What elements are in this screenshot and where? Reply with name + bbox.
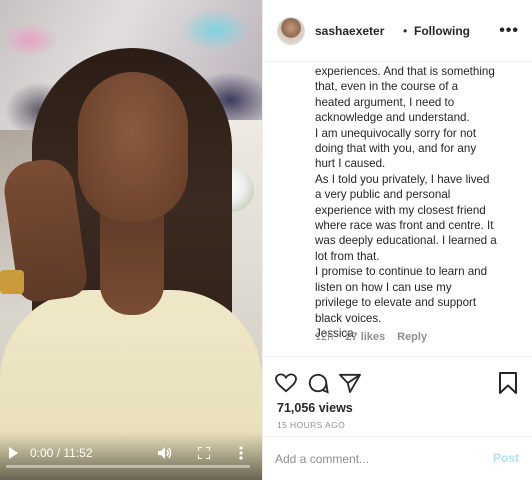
view-count[interactable]: 71,056 views xyxy=(277,401,353,415)
post-actions: 71,056 views 15 HOURS AGO xyxy=(263,356,532,436)
comment-line: acknowledge and understand. xyxy=(315,111,470,125)
comment-line: listen on how I can use my xyxy=(315,280,452,294)
comment-line: doing that with you, and for any xyxy=(315,142,477,156)
bookmark-icon[interactable] xyxy=(495,370,521,396)
comment-line: hurt I caused. xyxy=(315,157,386,171)
time-separator: / xyxy=(56,446,61,460)
volume-icon[interactable] xyxy=(156,444,174,462)
comment-icon[interactable] xyxy=(305,370,331,396)
separator-dot: • xyxy=(403,24,408,38)
comment-line: that, even in the course of a xyxy=(315,80,459,94)
video-player[interactable]: 0:00 / 11:52 xyxy=(0,0,262,480)
following-button[interactable]: Following xyxy=(414,24,470,38)
comment-line: experiences. And that is something xyxy=(315,65,495,78)
video-controls: 0:00 / 11:52 xyxy=(0,432,262,480)
post-panel: sashaexeter • Following ••• experiences.… xyxy=(262,0,532,480)
comment-line: was deeply educational. I learned a xyxy=(315,234,497,248)
comment-line: heated argument, I need to xyxy=(315,95,455,109)
comment-line: black voices. xyxy=(315,311,382,325)
comment-input[interactable] xyxy=(275,448,475,470)
comment-line: I am unequivocally sorry for not xyxy=(315,126,477,140)
comment-scroll-area[interactable]: experiences. And that is something that,… xyxy=(263,62,532,356)
fullscreen-icon[interactable] xyxy=(195,444,213,462)
post-header: sashaexeter • Following ••• xyxy=(263,0,532,62)
post-comment-button[interactable]: Post xyxy=(493,451,519,465)
comment-line: experience with my closest friend xyxy=(315,203,486,217)
comment-line: a very public and personal xyxy=(315,188,451,202)
username-link[interactable]: sashaexeter xyxy=(315,24,384,38)
more-options-icon[interactable]: ••• xyxy=(499,22,519,40)
share-icon[interactable] xyxy=(337,370,363,396)
video-subject-bracelet xyxy=(0,270,24,294)
video-time: 0:00 / 11:52 xyxy=(30,444,93,462)
comment-line: privilege to elevate and support xyxy=(315,296,477,310)
comment-age: 12h xyxy=(315,331,334,343)
reply-button[interactable]: Reply xyxy=(397,331,427,343)
comment-line: lot from that. xyxy=(315,249,380,263)
video-progress-bar[interactable] xyxy=(6,465,250,468)
post-timestamp: 15 HOURS AGO xyxy=(277,420,346,430)
duration: 11:52 xyxy=(63,446,93,460)
comment-text: experiences. And that is something that,… xyxy=(315,64,521,341)
avatar[interactable] xyxy=(277,17,305,45)
comment-meta: 12h 27 likes Reply xyxy=(315,331,439,343)
play-icon[interactable] xyxy=(4,444,22,462)
comment-line: As I told you privately, I have lived xyxy=(315,172,490,186)
current-time: 0:00 xyxy=(30,446,54,460)
add-comment-bar: Post xyxy=(263,436,532,480)
heart-icon[interactable] xyxy=(273,370,299,396)
video-subject-face xyxy=(78,72,188,222)
comment-line: I promise to continue to learn and xyxy=(315,265,488,279)
more-vertical-icon[interactable] xyxy=(234,444,248,462)
comment-likes-link[interactable]: 27 likes xyxy=(345,331,385,343)
comment-line: where race was front and centre. It xyxy=(315,219,494,233)
